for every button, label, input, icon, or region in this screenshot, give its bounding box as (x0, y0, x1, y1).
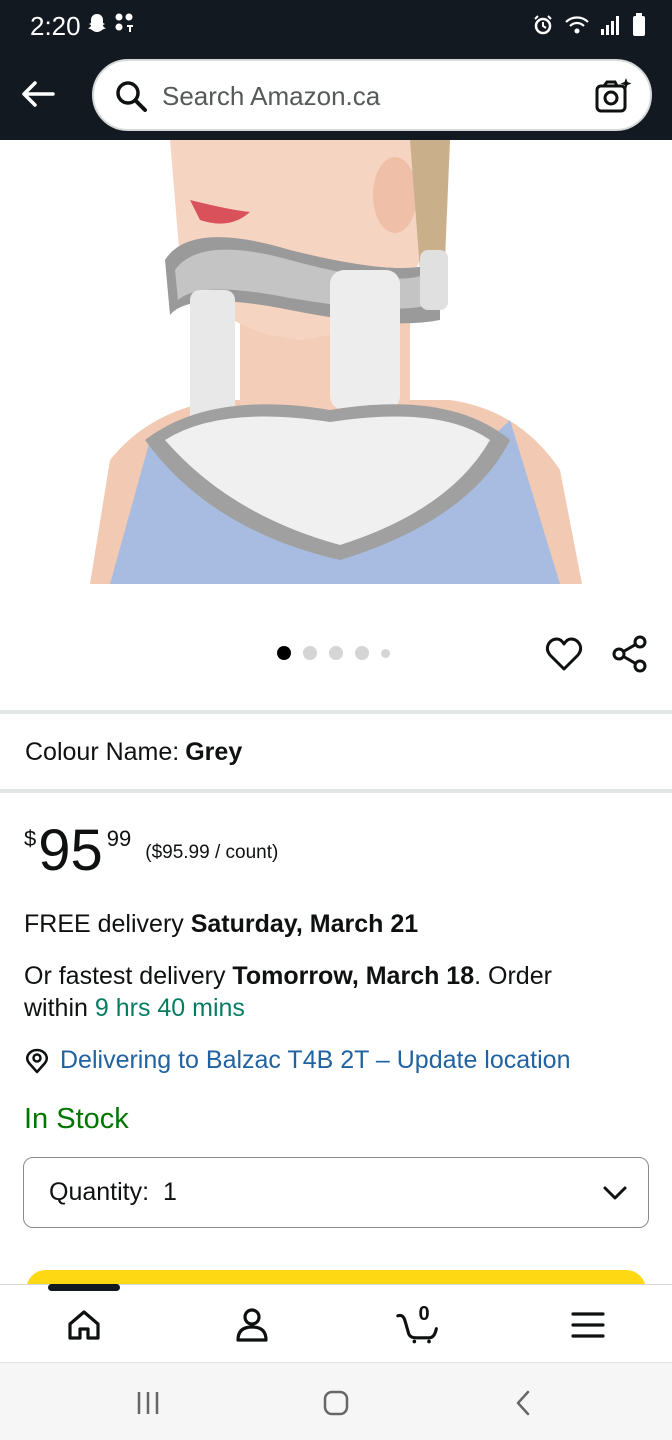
home-icon (68, 1310, 100, 1340)
free-delivery-date: Saturday, March 21 (190, 910, 419, 938)
back-chevron-icon (516, 1390, 530, 1416)
snapchat-icon (88, 14, 106, 32)
price-whole: 95 (38, 818, 103, 883)
home-button[interactable] (316, 1385, 356, 1421)
colour-label: Colour Name: (25, 738, 180, 766)
recents-icon (137, 1392, 159, 1414)
chevron-down-icon (603, 1186, 627, 1200)
share-button[interactable] (610, 634, 650, 674)
divider (0, 789, 672, 793)
wifi-icon (565, 16, 589, 34)
carousel-dot[interactable] (303, 646, 317, 660)
quantity-dropdown[interactable]: Quantity: 1 (23, 1157, 649, 1228)
price-symbol: $ (24, 826, 37, 851)
free-delivery-prefix: FREE delivery (24, 910, 191, 938)
location-link[interactable]: Delivering to Balzac T4B 2T – Update loc… (60, 1046, 570, 1075)
carousel-dot[interactable] (381, 648, 390, 658)
delivery-location[interactable]: Delivering to Balzac T4B 2T – Update loc… (24, 1046, 570, 1075)
header: Search Amazon.ca (0, 54, 672, 140)
cart-count: 0 (418, 1303, 430, 1325)
product-image[interactable] (90, 140, 582, 584)
status-bar: 2:20 (0, 0, 672, 54)
system-nav (0, 1362, 672, 1440)
quantity-value: 1 (162, 1178, 177, 1206)
signal-icon (601, 16, 619, 35)
colour-value: Grey (185, 738, 243, 766)
carousel-dot[interactable] (277, 646, 291, 660)
quantity-label: Quantity: 1 (49, 1178, 177, 1206)
search-input[interactable]: Search Amazon.ca (162, 81, 380, 112)
battery-icon (633, 13, 645, 36)
carousel-dot[interactable] (355, 646, 369, 660)
fastest-delivery: Or fastest delivery Tomorrow, March 18. … (24, 960, 644, 1024)
recents-button[interactable] (128, 1385, 168, 1421)
countdown-timer: 9 hrs 40 mins (94, 994, 245, 1022)
nav-menu[interactable] (566, 1303, 610, 1347)
price-fraction: 99 (106, 826, 132, 851)
account-icon (236, 1308, 268, 1342)
home-button-icon (323, 1390, 349, 1416)
free-delivery: FREE delivery Saturday, March 21 (24, 908, 418, 940)
unit-price: ($95.99 / count) (145, 842, 279, 863)
bottom-nav: 0 (0, 1284, 672, 1362)
fastest-delivery-date: Tomorrow, March 18 (232, 962, 475, 990)
heart-icon (545, 637, 583, 671)
divider (0, 710, 672, 714)
camera-sparkle-icon[interactable] (594, 77, 632, 115)
location-pin-icon (25, 1048, 49, 1073)
product-photo (90, 140, 582, 584)
stock-status: In Stock (24, 1103, 129, 1135)
arrow-left-icon (22, 81, 55, 107)
share-icon (612, 635, 647, 673)
order-suffix: . Order (474, 962, 552, 990)
carousel-dots[interactable] (277, 646, 390, 660)
notification-dots-icon (115, 13, 133, 32)
nav-cart[interactable]: 0 (396, 1303, 440, 1347)
search-icon (116, 81, 147, 112)
carousel-dot[interactable] (329, 646, 343, 660)
menu-icon (571, 1312, 605, 1338)
wishlist-button[interactable] (544, 634, 584, 674)
status-time: 2:20 (30, 11, 81, 41)
within-label: within (24, 994, 95, 1022)
back-button[interactable] (16, 72, 60, 116)
colour-row: Colour Name: Grey (25, 738, 242, 767)
system-back-button[interactable] (504, 1385, 544, 1421)
price: $ 95 99 ($95.99 / count) (24, 820, 278, 890)
active-tab-indicator (48, 1284, 120, 1291)
nav-home[interactable] (62, 1303, 106, 1347)
alarm-icon (534, 15, 552, 35)
search-bar[interactable]: Search Amazon.ca (92, 59, 652, 131)
fastest-delivery-prefix: Or fastest delivery (24, 962, 233, 990)
nav-account[interactable] (230, 1303, 274, 1347)
